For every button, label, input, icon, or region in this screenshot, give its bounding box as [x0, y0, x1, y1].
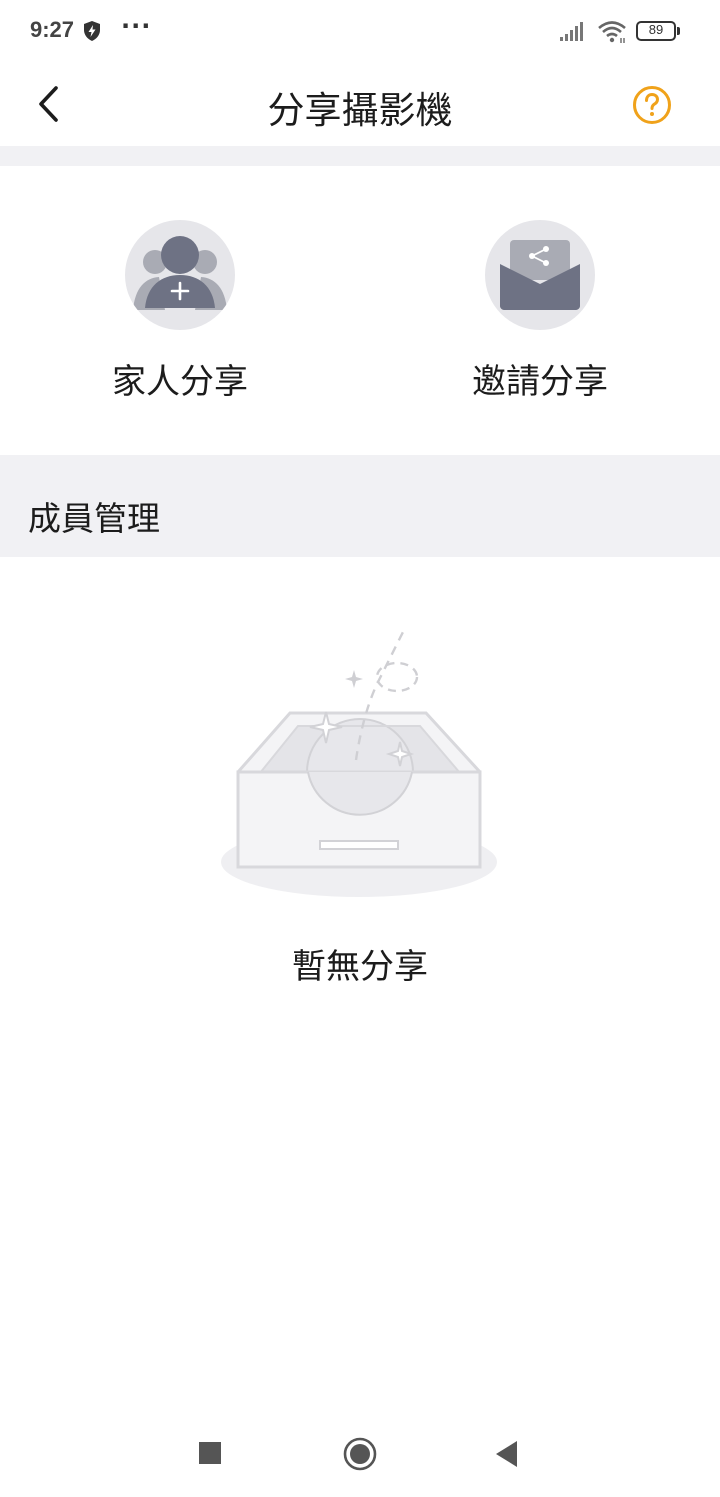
back-triangle-icon	[496, 1441, 517, 1467]
section-title: 成員管理	[28, 499, 160, 538]
empty-state: 暫無分享	[0, 557, 720, 1017]
home-circle-icon	[343, 1437, 377, 1471]
recent-apps-button[interactable]	[199, 1442, 221, 1464]
family-share-button[interactable]: 家人分享	[70, 220, 290, 402]
empty-state-text: 暫無分享	[292, 947, 428, 987]
divider-strip	[0, 146, 720, 166]
home-button[interactable]	[343, 1437, 377, 1471]
back-button[interactable]	[30, 82, 70, 126]
recent-apps-square-icon	[199, 1442, 221, 1464]
system-back-button[interactable]	[496, 1441, 518, 1467]
wifi-icon	[597, 20, 629, 48]
shield-bolt-icon	[82, 20, 102, 46]
share-options: 家人分享 邀請分享	[0, 166, 720, 455]
invite-share-button[interactable]: 邀請分享	[430, 220, 650, 402]
battery-icon: 89	[636, 21, 676, 41]
status-bar: 9:27 ··· 89	[0, 0, 720, 64]
question-circle-icon	[633, 86, 671, 124]
chevron-left-icon	[39, 86, 58, 122]
invite-share-label: 邀請分享	[472, 362, 608, 402]
status-more-indicator: ···	[121, 12, 152, 40]
page-title: 分享攝影機	[267, 89, 453, 132]
signal-icon	[560, 21, 588, 45]
status-time: 9:27	[30, 17, 75, 42]
family-share-label: 家人分享	[112, 362, 248, 402]
help-button[interactable]	[631, 84, 673, 126]
system-navigation-bar	[0, 1410, 720, 1497]
battery-level: 89	[648, 22, 664, 37]
empty-box-icon	[221, 629, 497, 897]
nav-bar: 分享攝影機	[0, 64, 720, 146]
share-envelope-icon	[485, 220, 595, 330]
member-management-header: 成員管理	[0, 455, 720, 557]
battery-nub	[677, 27, 680, 35]
add-family-member-icon	[125, 220, 235, 330]
